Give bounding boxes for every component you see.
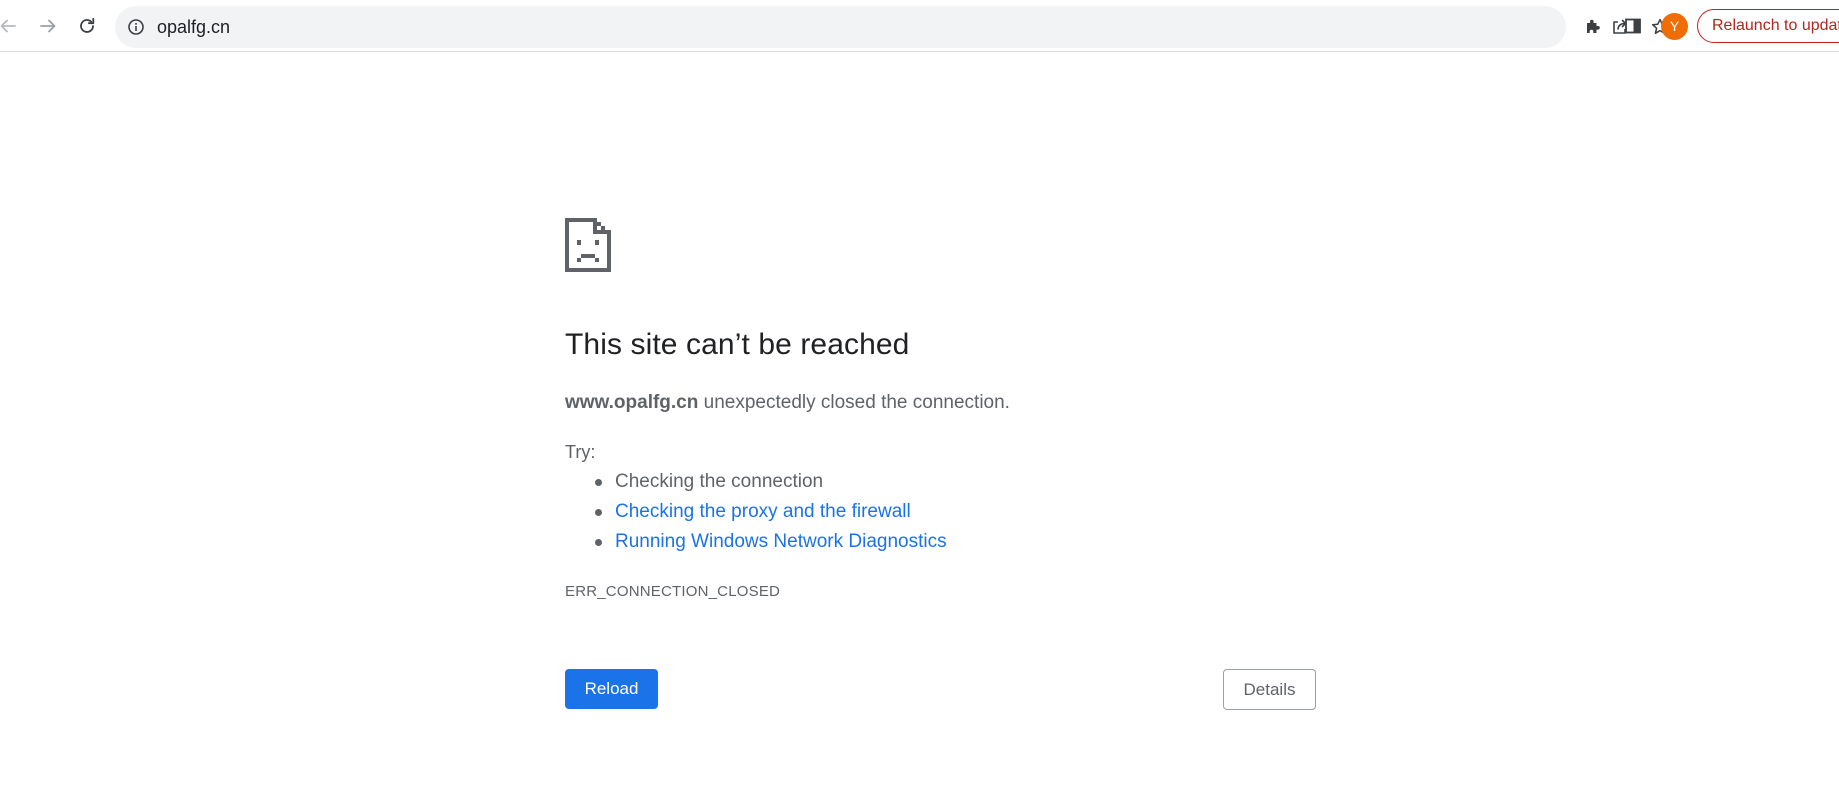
back-button[interactable] — [0, 10, 24, 42]
list-item: Running Windows Network Diagnostics — [595, 530, 947, 560]
list-item: Checking the proxy and the firewall — [595, 500, 947, 530]
arrow-right-icon — [40, 19, 56, 33]
extensions-button[interactable] — [1577, 10, 1609, 42]
side-panel-icon — [1625, 18, 1641, 34]
address-bar[interactable]: opalfg.cn — [115, 6, 1669, 48]
url-text[interactable]: opalfg.cn — [157, 6, 230, 48]
arrow-left-icon — [0, 19, 16, 33]
error-host: www.opalfg.cn — [565, 392, 699, 413]
list-item: Checking the connection — [595, 470, 947, 500]
details-button[interactable]: Details — [1223, 669, 1316, 710]
try-label: Try: — [565, 442, 596, 462]
page-title: This site can’t be reached — [565, 328, 910, 361]
profile-avatar[interactable]: Y — [1661, 13, 1688, 40]
side-panel-button[interactable] — [1617, 10, 1649, 42]
suggestion-network-diagnostics-link[interactable]: Running Windows Network Diagnostics — [615, 531, 947, 552]
forward-button[interactable] — [32, 10, 64, 42]
puzzle-icon — [1587, 19, 1600, 33]
reload-icon — [80, 17, 95, 33]
suggestion-proxy-firewall-link[interactable]: Checking the proxy and the firewall — [615, 501, 911, 522]
relaunch-button[interactable]: Relaunch to update — [1697, 9, 1839, 43]
error-summary-text: unexpectedly closed the connection. — [698, 392, 1010, 413]
info-icon[interactable] — [127, 18, 145, 36]
reload-toolbar-button[interactable] — [71, 10, 103, 42]
sad-page-icon — [565, 218, 611, 272]
suggestions-list: Checking the connection Checking the pro… — [565, 470, 947, 560]
error-code: ERR_CONNECTION_CLOSED — [565, 583, 781, 600]
error-summary: www.opalfg.cn unexpectedly closed the co… — [565, 392, 1010, 414]
reload-button[interactable]: Reload — [565, 669, 658, 709]
browser-toolbar: opalfg.cn Y Relaunch to update — [0, 0, 1839, 52]
suggestion-check-connection: Checking the connection — [615, 471, 824, 492]
